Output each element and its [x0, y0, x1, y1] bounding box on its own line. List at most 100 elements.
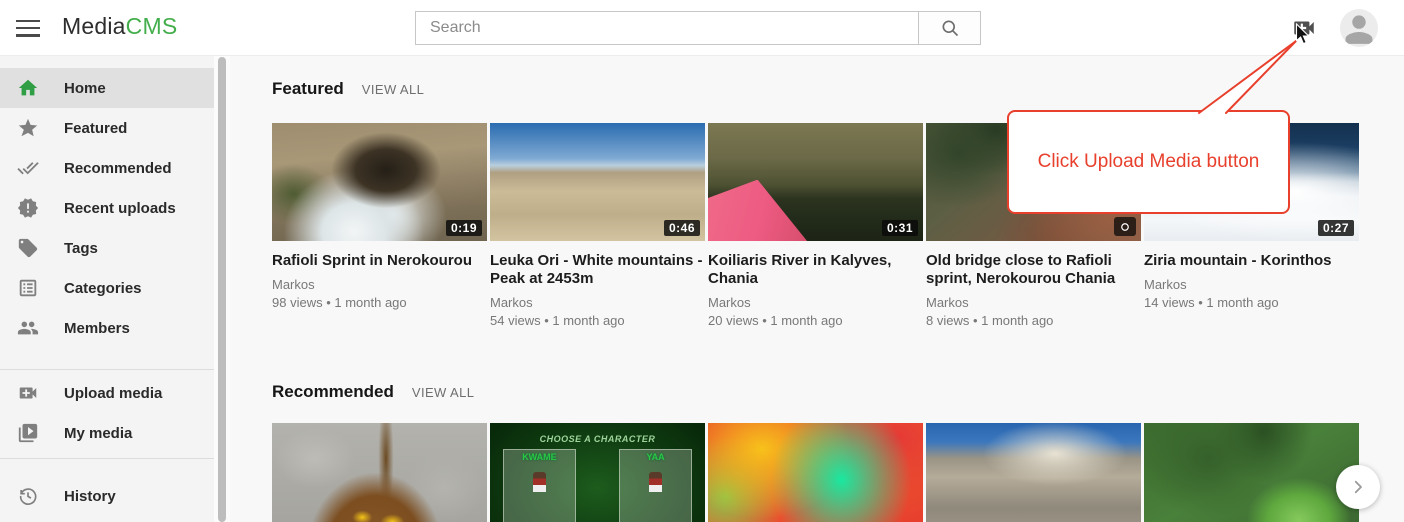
sidebar-label: Tags — [64, 240, 98, 257]
sidebar-item-recommended[interactable]: Recommended — [0, 148, 214, 188]
categories-icon — [17, 277, 39, 299]
sidebar-item-my-media[interactable]: My media — [0, 413, 214, 453]
duration-badge: 0:31 — [882, 220, 918, 236]
video-thumbnail[interactable] — [272, 423, 487, 522]
video-author[interactable]: Markos — [1144, 277, 1359, 292]
sidebar-label: Recommended — [64, 160, 172, 177]
duration-badge: 0:27 — [1318, 220, 1354, 236]
sidebar: Home Featured Recommended Recent uploads… — [0, 56, 214, 522]
search-input[interactable] — [415, 11, 918, 45]
video-card: 0:46 Leuka Ori - White mountains - Peak … — [490, 123, 705, 328]
upload-media-button[interactable] — [1290, 15, 1318, 41]
thumbnail-panel: YAA — [619, 449, 692, 522]
video-meta: 98 views • 1 month ago — [272, 295, 487, 310]
video-title[interactable]: Leuka Ori - White mountains - Peak at 24… — [490, 252, 705, 288]
search-icon — [940, 18, 960, 38]
character-sprite — [649, 472, 662, 492]
sidebar-label: History — [64, 488, 116, 505]
members-icon — [17, 317, 39, 339]
tag-icon — [17, 237, 39, 259]
sidebar-label: Members — [64, 320, 130, 337]
video-thumbnail[interactable]: 0:31 — [708, 123, 923, 241]
sidebar-item-upload-media[interactable]: Upload media — [0, 373, 214, 413]
recommended-section-title: Recommended — [272, 382, 394, 402]
video-thumbnail[interactable]: CHOOSE A CHARACTER KWAME YAA Selected Se… — [490, 423, 705, 522]
photo-icon — [1119, 221, 1131, 233]
video-title[interactable]: Ziria mountain - Korinthos — [1144, 252, 1359, 270]
sidebar-label: Home — [64, 80, 106, 97]
new-releases-icon — [17, 197, 39, 219]
sidebar-label: Featured — [64, 120, 127, 137]
sidebar-label: Categories — [64, 280, 142, 297]
search-bar — [415, 11, 981, 45]
duration-badge: 0:46 — [664, 220, 700, 236]
history-icon — [17, 485, 39, 507]
sidebar-item-featured[interactable]: Featured — [0, 108, 214, 148]
video-meta: 14 views • 1 month ago — [1144, 295, 1359, 310]
photo-badge — [1114, 217, 1136, 236]
top-bar: MediaCMS — [0, 0, 1404, 56]
video-thumbnail[interactable] — [926, 423, 1141, 522]
video-author[interactable]: Markos — [272, 277, 487, 292]
person-icon — [1340, 9, 1378, 47]
video-title[interactable]: Rafioli Sprint in Nerokourou — [272, 252, 487, 270]
logo-text-media: Media — [62, 13, 126, 39]
sidebar-label: Upload media — [64, 385, 162, 402]
video-title[interactable]: Koiliaris River in Kalyves, Chania — [708, 252, 923, 288]
video-title[interactable]: Old bridge close to Rafioli sprint, Nero… — [926, 252, 1141, 288]
featured-section-title: Featured — [272, 79, 344, 99]
logo-text-cms: CMS — [126, 13, 178, 39]
video-thumbnail[interactable]: 0:19 — [272, 123, 487, 241]
app-logo[interactable]: MediaCMS — [62, 13, 177, 40]
recommended-video-row: CHOOSE A CHARACTER KWAME YAA Selected Se… — [272, 423, 1359, 522]
sidebar-scrollbar[interactable] — [214, 56, 230, 522]
sidebar-item-tags[interactable]: Tags — [0, 228, 214, 268]
my-media-icon — [17, 422, 39, 444]
video-card: 0:31 Koiliaris River in Kalyves, Chania … — [708, 123, 923, 328]
upload-media-icon — [1291, 15, 1317, 41]
upload-media-icon — [17, 382, 39, 404]
hamburger-menu-icon[interactable] — [14, 15, 42, 41]
video-card — [272, 423, 487, 522]
sidebar-item-home[interactable]: Home — [0, 68, 214, 108]
user-avatar[interactable] — [1340, 9, 1378, 47]
thumbnail-text: KWAME — [504, 452, 575, 462]
video-meta: 20 views • 1 month ago — [708, 313, 923, 328]
video-thumbnail[interactable]: 0:46 — [490, 123, 705, 241]
thumbnail-text: CHOOSE A CHARACTER — [490, 434, 705, 444]
video-thumbnail[interactable] — [708, 423, 923, 522]
carousel-next-button[interactable] — [1336, 465, 1380, 509]
video-card — [926, 423, 1141, 522]
video-author[interactable]: Markos — [490, 295, 705, 310]
character-sprite — [533, 472, 546, 492]
home-icon — [17, 77, 39, 99]
video-author[interactable]: Markos — [708, 295, 923, 310]
sidebar-label: My media — [64, 425, 132, 442]
video-thumbnail[interactable] — [1144, 423, 1359, 522]
chevron-right-icon — [1349, 478, 1367, 496]
recommended-view-all-link[interactable]: VIEW ALL — [412, 385, 474, 400]
duration-badge: 0:19 — [446, 220, 482, 236]
annotation-text: Click Upload Media button — [1038, 151, 1260, 173]
video-card — [1144, 423, 1359, 522]
sidebar-item-categories[interactable]: Categories — [0, 268, 214, 308]
search-button[interactable] — [918, 11, 981, 45]
thumbnail-text: YAA — [620, 452, 691, 462]
annotation-callout: Click Upload Media button — [1007, 110, 1290, 214]
video-card — [708, 423, 923, 522]
sidebar-divider — [0, 369, 214, 370]
featured-view-all-link[interactable]: VIEW ALL — [362, 82, 424, 97]
video-card: CHOOSE A CHARACTER KWAME YAA Selected Se… — [490, 423, 705, 522]
sidebar-item-recent-uploads[interactable]: Recent uploads — [0, 188, 214, 228]
scrollbar-thumb[interactable] — [218, 57, 226, 522]
sidebar-divider — [0, 458, 214, 459]
sidebar-item-history[interactable]: History — [0, 476, 214, 516]
thumbnail-panel: KWAME — [503, 449, 576, 522]
star-icon — [17, 117, 39, 139]
video-author[interactable]: Markos — [926, 295, 1141, 310]
video-card: 0:19 Rafioli Sprint in Nerokourou Markos… — [272, 123, 487, 328]
video-meta: 8 views • 1 month ago — [926, 313, 1141, 328]
sidebar-item-members[interactable]: Members — [0, 308, 214, 348]
sidebar-label: Recent uploads — [64, 200, 176, 217]
video-meta: 54 views • 1 month ago — [490, 313, 705, 328]
